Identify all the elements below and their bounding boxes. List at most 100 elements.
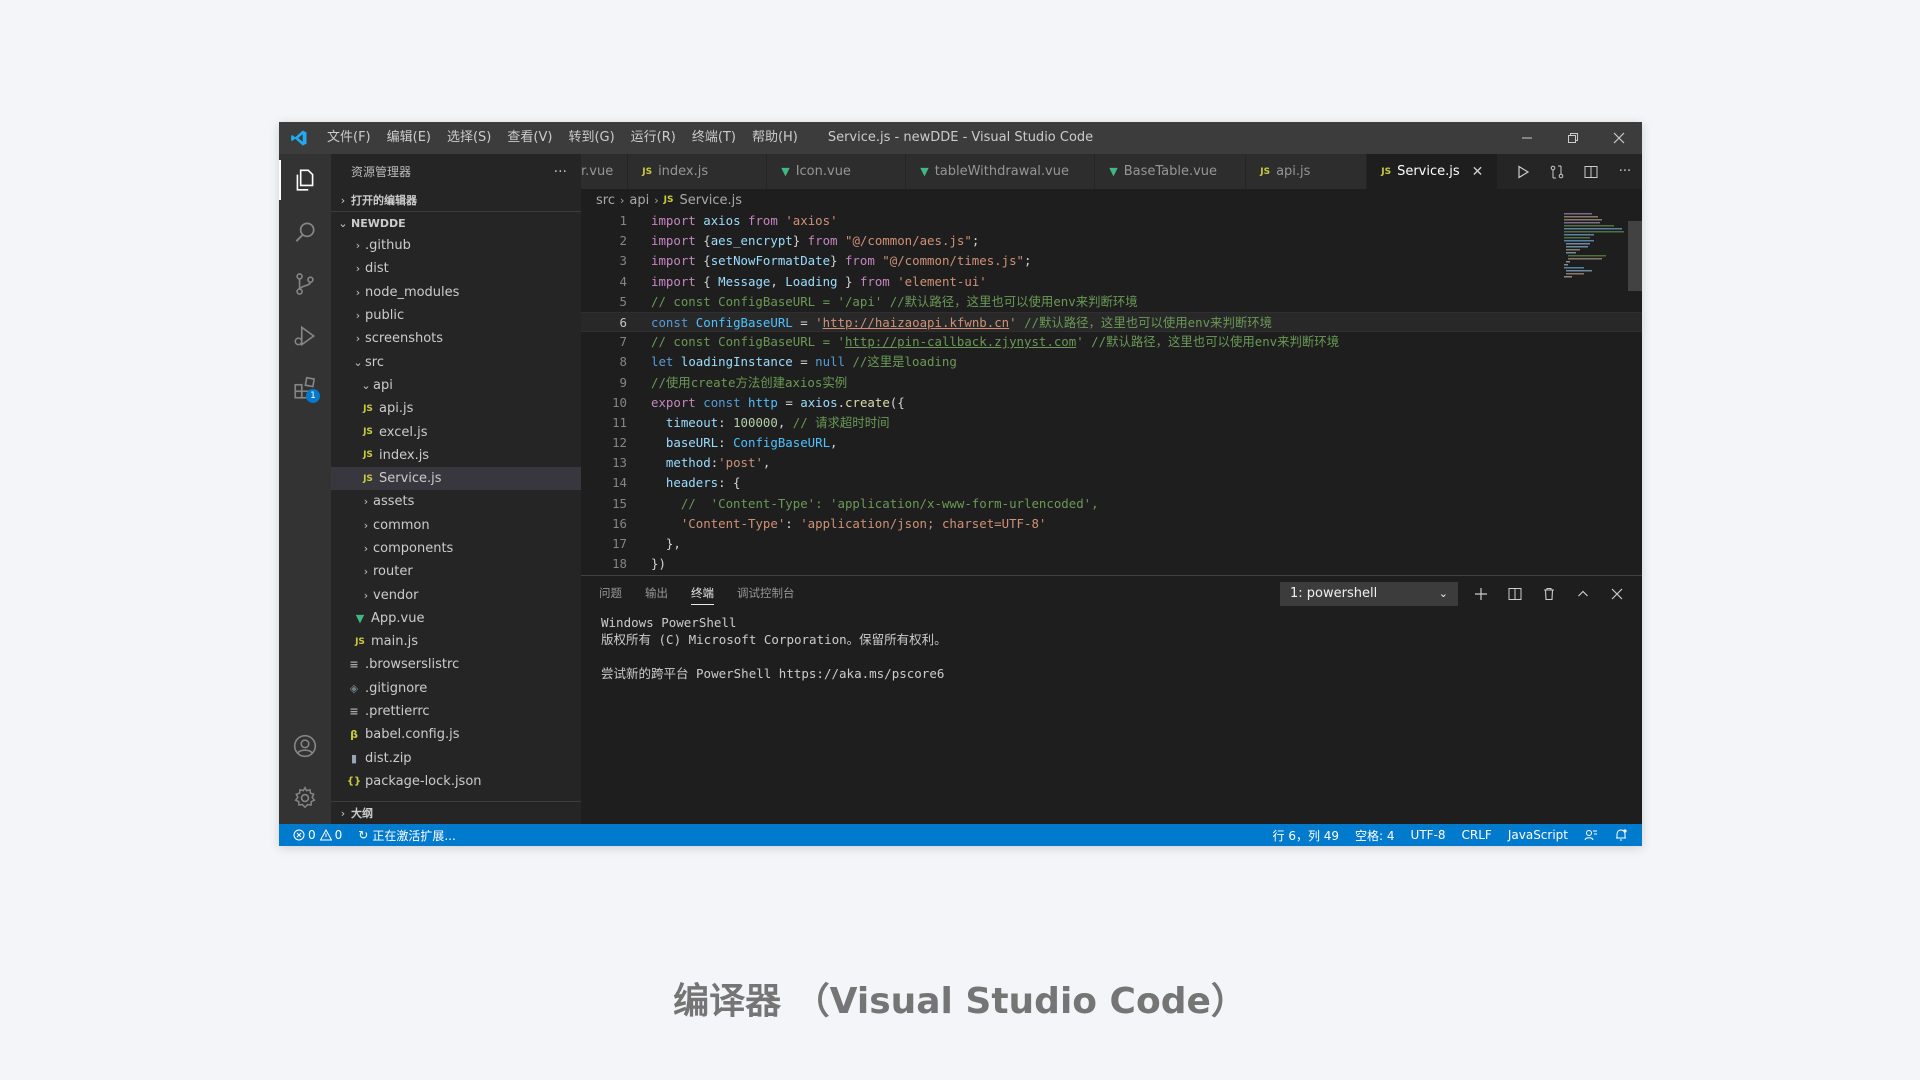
tree-item-label: router (373, 564, 413, 580)
tree-item[interactable]: › dist (331, 257, 581, 280)
tree-item[interactable]: ⌄ src (331, 350, 581, 373)
tab-api-js[interactable]: JS api.js (1246, 154, 1368, 189)
tree-item[interactable]: › components (331, 537, 581, 560)
menu-terminal[interactable]: 终端(T) (684, 122, 744, 154)
extensions-button[interactable]: 1 (279, 362, 331, 414)
tree-item[interactable]: ◈ .gitignore (331, 677, 581, 700)
outline-label: 大纲 (351, 807, 373, 820)
status-bar: 0 0 ↻ 正在激活扩展... 行 6，列 49 空格: 4 UTF-8 CRL… (279, 824, 1642, 846)
editor-scrollbar[interactable] (1628, 211, 1642, 575)
tab-problems[interactable]: 问题 (599, 576, 622, 611)
scrollbar-thumb[interactable] (1628, 221, 1642, 291)
tree-item[interactable]: › screenshots (331, 327, 581, 350)
tree-item[interactable]: › common (331, 514, 581, 537)
tree-item[interactable]: JS Service.js (331, 466, 581, 491)
tab-output[interactable]: 输出 (645, 576, 668, 611)
menu-file[interactable]: 文件(F) (319, 122, 379, 154)
search-button[interactable] (279, 206, 331, 258)
feedback-button[interactable] (1576, 828, 1606, 842)
tree-item[interactable]: › assets (331, 490, 581, 513)
more-actions-icon[interactable]: ··· (554, 164, 567, 180)
tree-item[interactable]: › public (331, 304, 581, 327)
menu-go[interactable]: 转到(G) (560, 122, 622, 154)
indentation[interactable]: 空格: 4 (1347, 827, 1403, 844)
cursor-position[interactable]: 行 6，列 49 (1265, 827, 1348, 844)
code-line: 11 timeout: 100000, // 请求超时时间 (612, 414, 890, 430)
close-panel-button[interactable] (1600, 576, 1634, 611)
menu-selection[interactable]: 选择(S) (439, 122, 499, 154)
tree-item[interactable]: ⌄ api (331, 374, 581, 397)
tab-index-js[interactable]: JS index.js (628, 154, 768, 189)
tab-tablewithdrawal-vue[interactable]: ▼ tableWithdrawal.vue (906, 154, 1096, 189)
zip-file-icon: ▮ (350, 751, 358, 765)
close-window-button[interactable] (1596, 122, 1642, 154)
end-of-line[interactable]: CRLF (1454, 828, 1500, 842)
tab-terminal[interactable]: 终端 (691, 576, 714, 611)
chevron-right-icon: › (340, 806, 346, 820)
restore-button[interactable] (1550, 122, 1596, 154)
tree-item-label: .gitignore (365, 680, 428, 696)
new-terminal-button[interactable] (1464, 576, 1498, 611)
split-terminal-button[interactable] (1498, 576, 1532, 611)
breadcrumb-api[interactable]: api (629, 193, 649, 208)
open-editors-section[interactable]: › 打开的编辑器 (331, 189, 581, 212)
minimize-button[interactable] (1504, 122, 1550, 154)
outline-section[interactable]: › 大纲 (331, 801, 581, 824)
js-file-icon: JS (642, 166, 653, 177)
more-editor-actions-button[interactable]: ··· (1608, 154, 1642, 189)
tree-item[interactable]: β babel.config.js (331, 723, 581, 746)
run-file-button[interactable] (1506, 154, 1540, 189)
activating-status[interactable]: ↻ 正在激活扩展... (350, 827, 464, 844)
tree-item-label: common (373, 517, 430, 533)
project-section[interactable]: ⌄ NEWDDE (331, 212, 581, 234)
accounts-button[interactable] (279, 720, 331, 772)
tab-icon-vue[interactable]: ▼ Icon.vue (767, 154, 907, 189)
terminal-select[interactable]: 1: powershell ⌄ (1280, 581, 1458, 606)
problems-status[interactable]: 0 0 (279, 828, 350, 842)
tree-item[interactable]: JS excel.js (331, 420, 581, 443)
breadcrumb-src[interactable]: src (596, 193, 615, 208)
manage-button[interactable] (279, 772, 331, 824)
tree-item[interactable]: ≡ .prettierrc (331, 700, 581, 723)
code-line: 13 method:'post', (612, 455, 771, 471)
tree-item[interactable]: JS api.js (331, 397, 581, 420)
split-editor-button[interactable] (1574, 154, 1608, 189)
menu-help[interactable]: 帮助(H) (744, 122, 806, 154)
tab-basetable-vue[interactable]: ▼ BaseTable.vue (1095, 154, 1247, 189)
open-changes-button[interactable] (1540, 154, 1574, 189)
chevron-right-icon: › (355, 285, 361, 299)
menu-view[interactable]: 查看(V) (499, 122, 560, 154)
notifications-button[interactable] (1606, 828, 1642, 842)
breadcrumb-file[interactable]: Service.js (679, 193, 742, 208)
close-tab-icon[interactable]: ✕ (1472, 164, 1484, 180)
tree-item[interactable]: › vendor (331, 583, 581, 606)
code-editor[interactable]: 1 import axios from 'axios' 2 import {aes_… (581, 211, 1642, 575)
js-file-icon: JS (1260, 166, 1271, 177)
restore-icon (1568, 133, 1578, 143)
menu-edit[interactable]: 编辑(E) (379, 122, 439, 154)
explorer-button[interactable] (279, 154, 331, 206)
language-mode[interactable]: JavaScript (1500, 828, 1576, 842)
tree-item[interactable]: ≡ .browserslistrc (331, 653, 581, 676)
tab-r-vue[interactable]: r.vue (581, 154, 629, 189)
run-debug-button[interactable] (279, 310, 331, 362)
terminal-output[interactable]: Windows PowerShell 版权所有 (C) Microsoft Co… (581, 611, 1642, 685)
minimap[interactable] (1562, 211, 1626, 301)
maximize-panel-button[interactable] (1566, 576, 1600, 611)
tree-item[interactable]: JS main.js (331, 630, 581, 653)
tree-item[interactable]: ▼ App.vue (331, 607, 581, 630)
source-control-button[interactable] (279, 258, 331, 310)
tree-item[interactable]: {} package-lock.json (331, 770, 581, 793)
encoding[interactable]: UTF-8 (1403, 828, 1454, 842)
tab-service-js[interactable]: JS Service.js ✕ (1367, 154, 1499, 189)
tree-item[interactable]: ▮ dist.zip (331, 747, 581, 770)
menu-run[interactable]: 运行(R) (623, 122, 684, 154)
tab-debug-console[interactable]: 调试控制台 (737, 576, 795, 611)
code-line: 5// const ConfigBaseURL = '/api' //默认路径，… (619, 293, 1138, 309)
kill-terminal-button[interactable] (1532, 576, 1566, 611)
tree-item[interactable]: › router (331, 560, 581, 583)
tree-item[interactable]: › node_modules (331, 281, 581, 304)
tree-item[interactable]: › .github (331, 234, 581, 257)
run-debug-icon (294, 325, 316, 347)
tree-item[interactable]: JS index.js (331, 444, 581, 467)
